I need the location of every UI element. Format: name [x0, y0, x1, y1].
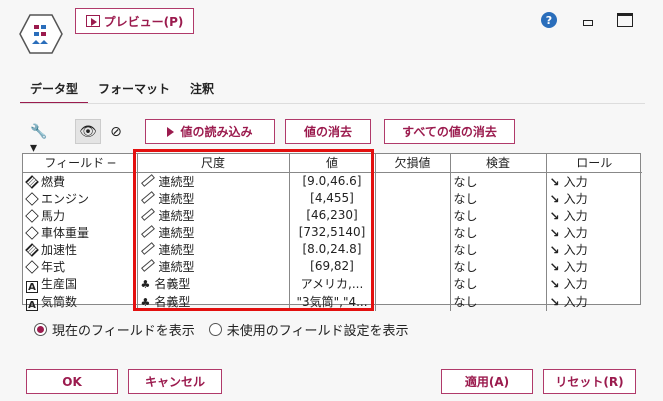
column-header-missing[interactable]: 欠損値 — [374, 154, 451, 173]
tab-data-type[interactable]: データ型 — [20, 80, 89, 104]
arrow-in-icon: ↘ — [549, 277, 560, 291]
tab-bar: データ型 フォーマット 注釈 — [20, 80, 224, 104]
cell-role[interactable]: ↘ 入力 — [546, 190, 642, 207]
read-values-button[interactable]: 値の読み込み — [145, 119, 275, 144]
arrow-in-icon: ↘ — [549, 259, 560, 274]
numeric-type-icon — [25, 174, 39, 189]
cell-role[interactable]: ↘ 入力 — [546, 258, 642, 275]
play-icon — [167, 126, 175, 137]
cell-check[interactable]: なし — [450, 292, 547, 311]
reset-button[interactable]: リセット(R) — [543, 369, 636, 394]
text-type-icon: A — [26, 298, 38, 311]
numeric-type-icon — [25, 208, 39, 223]
radio-show-current[interactable]: 現在のフィールドを表示 — [34, 320, 195, 339]
eye-icon[interactable]: 👁 — [75, 119, 101, 144]
arrow-in-icon: ↘ — [549, 174, 560, 189]
cell-field: 年式 — [23, 257, 138, 275]
arrow-in-icon: ↘ — [549, 242, 560, 257]
arrow-in-icon: ↘ — [549, 225, 560, 240]
cell-role[interactable]: ↘ 入力 — [546, 224, 642, 241]
cell-missing[interactable] — [375, 257, 451, 275]
numeric-type-icon — [25, 225, 39, 240]
tab-divider — [20, 103, 645, 104]
cell-missing[interactable] — [375, 292, 451, 311]
radio-show-unused[interactable]: 未使用のフィールド設定を表示 — [208, 320, 409, 339]
column-header-check[interactable]: 検査 — [449, 154, 547, 173]
cell-check[interactable]: なし — [450, 257, 547, 275]
cell-missing[interactable] — [375, 206, 451, 224]
cell-missing[interactable] — [375, 172, 451, 190]
maximize-icon[interactable] — [617, 13, 633, 27]
eye-off-icon[interactable]: ⊘ — [103, 119, 129, 144]
arrow-in-icon: ↘ — [549, 191, 560, 206]
cell-field: 燃費 — [23, 172, 138, 190]
cell-field: 加速性 — [23, 240, 138, 258]
cell-role[interactable]: ↘ 入力 — [546, 241, 642, 258]
preview-button[interactable]: プレビュー(P) — [75, 8, 194, 34]
numeric-type-icon — [25, 191, 39, 206]
minimize-icon[interactable] — [583, 20, 593, 26]
cell-missing[interactable] — [375, 189, 451, 207]
field-display-options: 現在のフィールドを表示 未使用のフィールド設定を表示 — [34, 320, 423, 339]
clear-values-button[interactable]: 値の消去 — [285, 119, 371, 144]
clear-all-values-button[interactable]: すべての値の消去 — [384, 119, 515, 144]
type-node-icon — [19, 14, 63, 54]
cell-check[interactable]: なし — [450, 240, 547, 258]
column-header-field[interactable]: フィールド ─ — [23, 154, 138, 173]
tab-format[interactable]: フォーマット — [88, 80, 180, 104]
numeric-type-icon — [25, 242, 39, 257]
arrow-in-icon: ↘ — [549, 208, 560, 223]
cell-check[interactable]: なし — [450, 274, 547, 293]
arrow-in-icon: ↘ — [549, 295, 560, 309]
cell-field: A 生産国 — [23, 274, 138, 293]
help-icon[interactable]: ? — [541, 12, 557, 28]
cell-role[interactable]: ↘ 入力 — [546, 275, 642, 293]
ok-button[interactable]: OK — [26, 369, 118, 394]
radio-unselected-icon — [208, 323, 222, 336]
cell-field: 馬力 — [23, 206, 138, 224]
cell-field: エンジン — [23, 189, 138, 207]
cell-role[interactable]: ↘ 入力 — [546, 207, 642, 224]
radio-selected-icon — [34, 323, 47, 336]
cell-role[interactable]: ↘ 入力 — [546, 172, 642, 190]
cell-missing[interactable] — [375, 240, 451, 258]
cell-missing[interactable] — [375, 274, 451, 293]
cell-check[interactable]: なし — [450, 206, 547, 224]
wrench-icon[interactable]: 🔧▾ — [30, 124, 54, 156]
play-icon — [85, 15, 100, 27]
cell-check[interactable]: なし — [450, 189, 547, 207]
cell-role[interactable]: ↘ 入力 — [546, 293, 642, 311]
cell-missing[interactable] — [375, 223, 451, 241]
highlight-box — [133, 149, 374, 311]
tab-annotation[interactable]: 注釈 — [180, 80, 224, 104]
apply-button[interactable]: 適用(A) — [441, 369, 533, 394]
cell-field: 車体重量 — [23, 223, 138, 241]
column-header-role[interactable]: ロール — [545, 154, 642, 173]
cell-check[interactable]: なし — [450, 172, 547, 190]
numeric-type-icon — [25, 259, 39, 274]
text-type-icon: A — [26, 280, 38, 293]
cancel-button[interactable]: キャンセル — [128, 369, 222, 394]
cell-check[interactable]: なし — [450, 223, 547, 241]
cell-field: A 気筒数 — [23, 292, 138, 311]
